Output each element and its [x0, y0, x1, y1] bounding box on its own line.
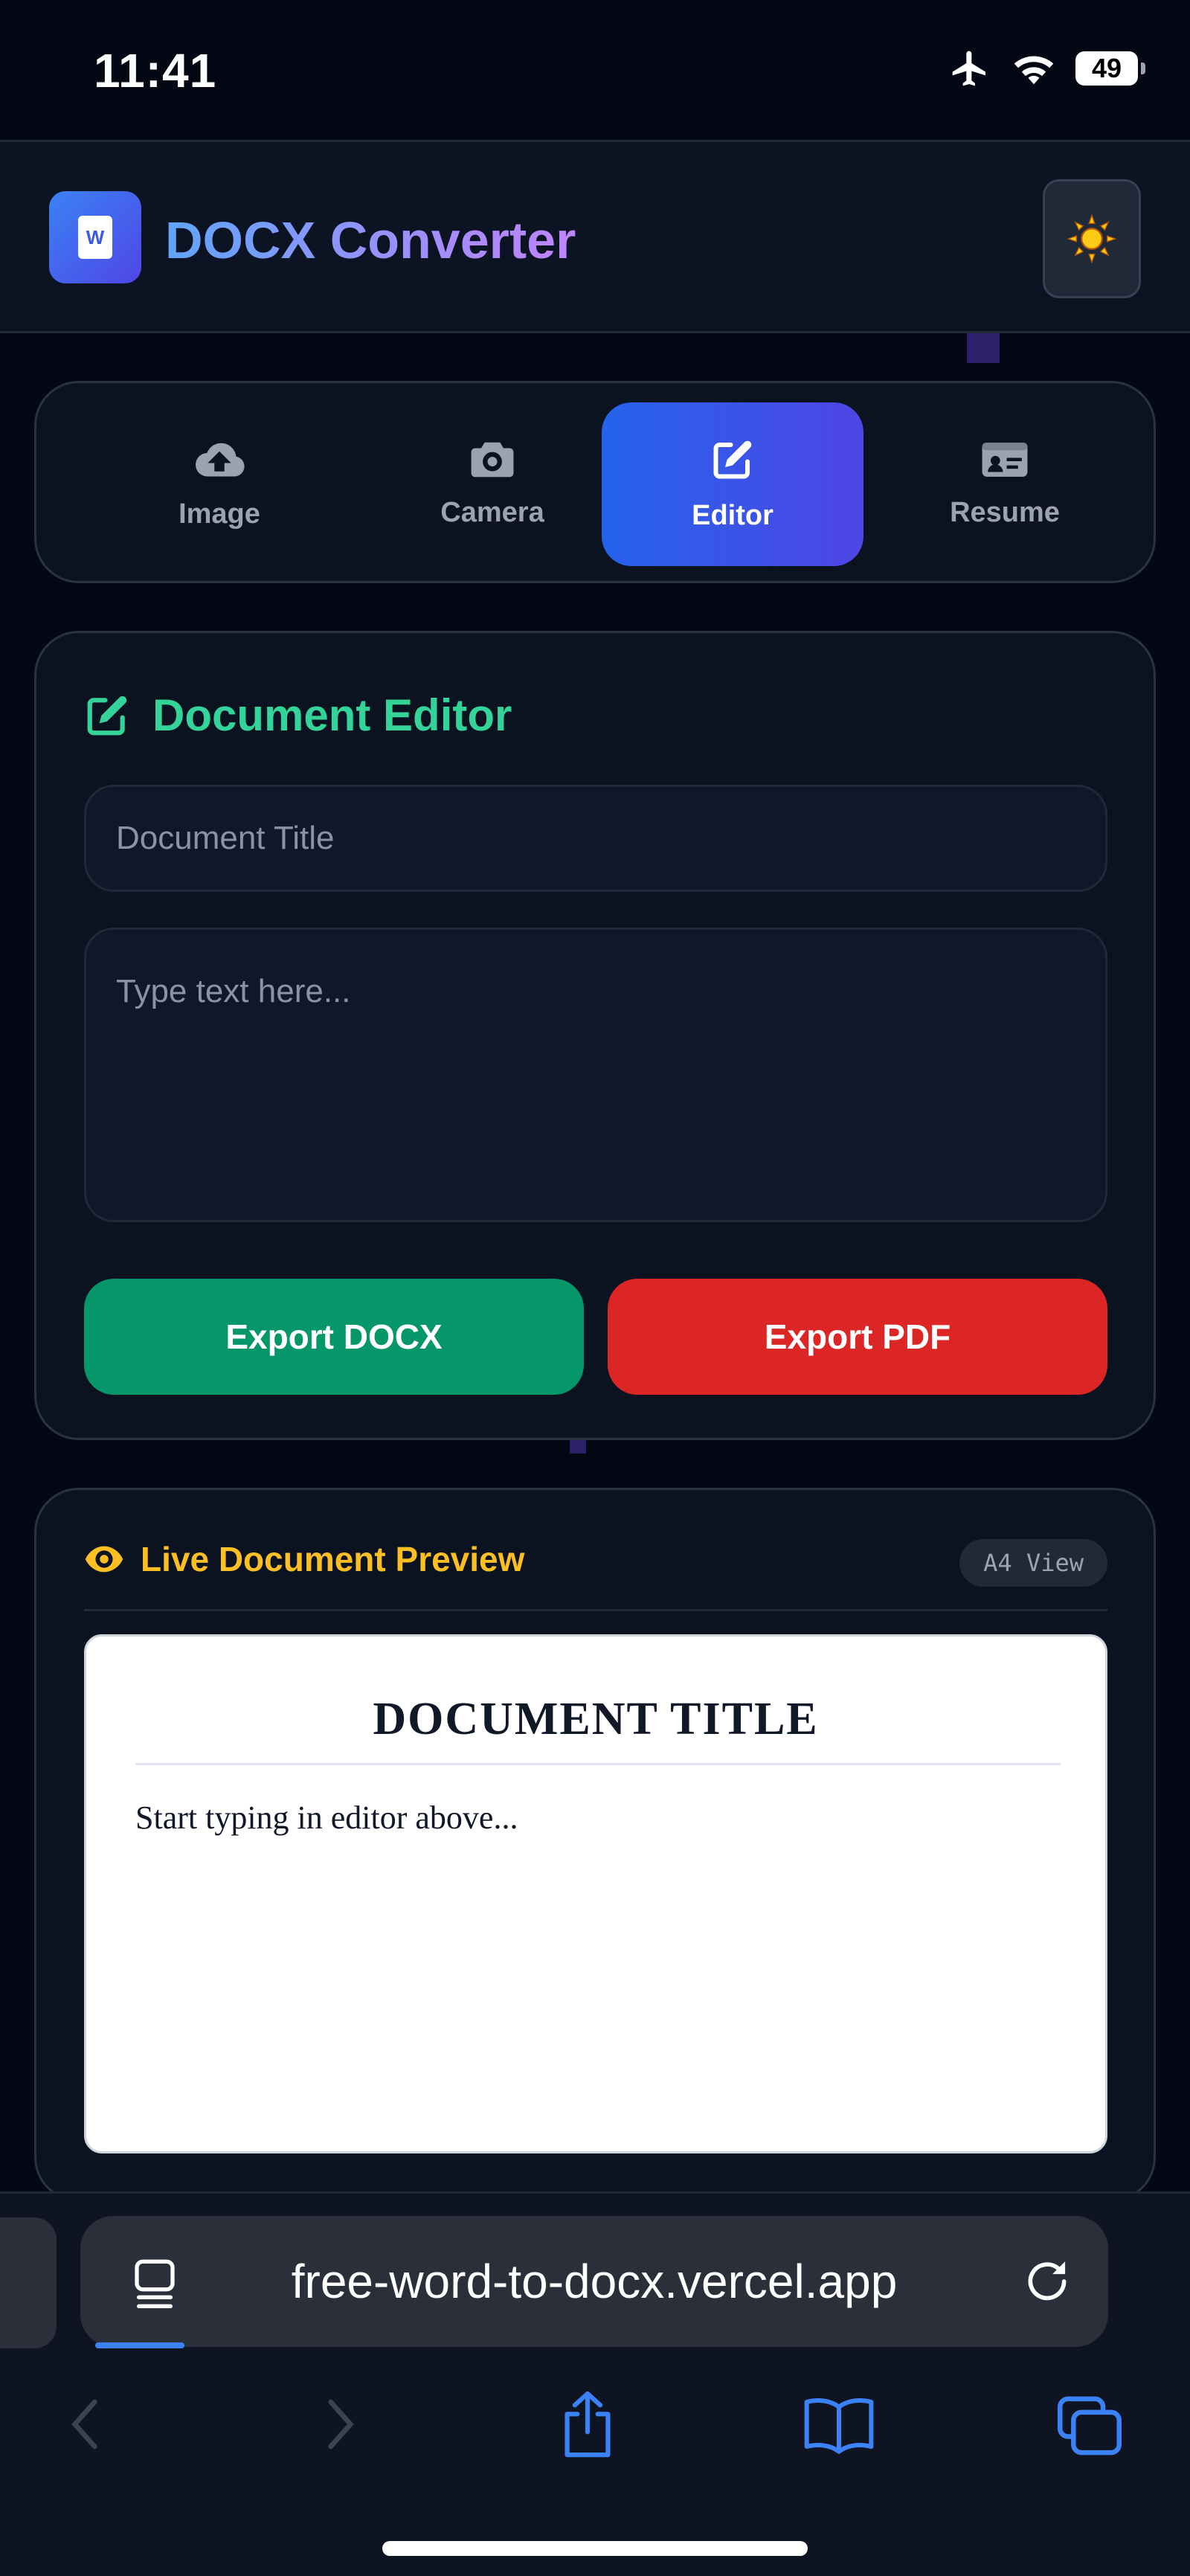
reload-icon[interactable] [1022, 2256, 1072, 2307]
airplane-icon [952, 51, 985, 86]
live-preview-card: Live Document Preview A4 View DOCUMENT T… [34, 1488, 1156, 2202]
tab-resume[interactable]: Resume [874, 402, 1136, 566]
preview-document-title: DOCUMENT TITLE [373, 1694, 819, 1744]
document-editor-card: Document Editor Export DOCX Export PDF [34, 631, 1156, 1440]
export-pdf-button[interactable]: Export PDF [608, 1279, 1107, 1395]
tab-label: Resume [950, 496, 1060, 528]
tab-label: Camera [440, 496, 544, 528]
app-logo: W [49, 191, 141, 283]
back-icon[interactable] [62, 2394, 107, 2454]
tab-camera[interactable]: Camera [361, 402, 623, 566]
wifi-icon [1014, 56, 1054, 85]
document-body-textarea[interactable] [84, 928, 1107, 1222]
divider [84, 1609, 1107, 1611]
export-docx-button[interactable]: Export DOCX [84, 1279, 584, 1395]
edit-icon [713, 440, 752, 478]
preview-title: Live Document Preview [141, 1540, 525, 1578]
eye-icon [85, 1546, 123, 1573]
tab-editor[interactable]: Editor [602, 402, 863, 566]
preview-heading: Live Document Preview [84, 1539, 524, 1579]
tab-label: Image [178, 498, 260, 530]
tab-label: Editor [692, 499, 774, 531]
a4-view-badge: A4 View [959, 1539, 1107, 1587]
word-document-icon: W [78, 216, 112, 259]
decorative-square [570, 1440, 586, 1454]
document-title-input[interactable] [84, 785, 1107, 892]
home-indicator [382, 2541, 808, 2556]
a4-document-page: DOCUMENT TITLE Start typing in editor ab… [84, 1634, 1107, 2153]
app-title: DOCX Converter [165, 211, 576, 269]
battery-indicator: 49 [1075, 51, 1145, 86]
previous-tab-peek[interactable] [0, 2217, 57, 2348]
edit-icon [87, 696, 127, 735]
editor-title: Document Editor [152, 690, 512, 740]
status-time: 11:41 [94, 44, 217, 97]
camera-icon [471, 442, 514, 477]
status-bar: 11:41 49 [0, 0, 1190, 140]
page-load-progress [95, 2342, 184, 2348]
app-header: W DOCX Converter [0, 140, 1190, 333]
title-underline [135, 1763, 1061, 1765]
browser-toolbar: free-word-to-docx.vercel.app [0, 2191, 1190, 2576]
cloud-upload-icon [196, 443, 245, 477]
tab-image[interactable]: Image [89, 402, 350, 566]
status-icons: 49 [948, 48, 1145, 89]
theme-toggle-button[interactable] [1043, 179, 1141, 298]
editor-heading: Document Editor [84, 690, 512, 741]
url-text: free-word-to-docx.vercel.app [291, 2255, 898, 2308]
forward-icon[interactable] [318, 2394, 363, 2454]
id-card-icon [982, 442, 1028, 477]
tabs-icon[interactable] [1055, 2393, 1125, 2458]
address-bar[interactable]: free-word-to-docx.vercel.app [80, 2216, 1108, 2347]
mode-tabs: Image Camera Editor Resume [34, 381, 1156, 583]
bookmarks-icon[interactable] [802, 2394, 876, 2454]
decorative-square [967, 333, 1000, 363]
sun-icon [1067, 214, 1116, 263]
share-icon[interactable] [556, 2389, 619, 2460]
preview-document-body: Start typing in editor above... [135, 1799, 518, 1836]
browser-nav-row [0, 2372, 1190, 2476]
